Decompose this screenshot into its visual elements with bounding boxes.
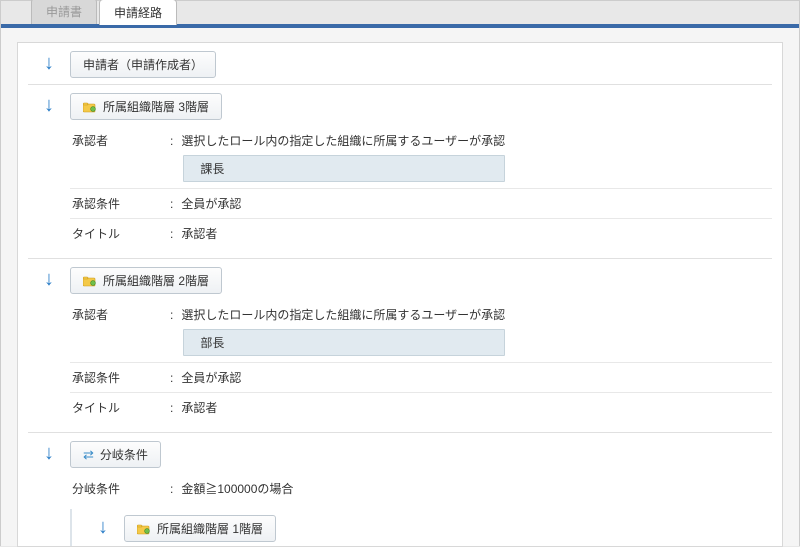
row-approver: 承認者 : 選択したロール内の指定した組織に所属するユーザーが承認 部長 — [70, 300, 772, 363]
step-branch: ↓ ⇄ 分岐条件 — [28, 441, 772, 468]
org-icon — [83, 101, 97, 113]
arrow-down-icon: ↓ — [44, 95, 54, 115]
org-level2-badge[interactable]: 所属組織階層 2階層 — [70, 267, 222, 294]
approver-desc: 選択したロール内の指定した組織に所属するユーザーが承認 — [181, 306, 505, 323]
condition-value: 全員が承認 — [181, 369, 241, 386]
step-level1: ↓ 所属組織階層 1階層 — [82, 515, 772, 542]
tab-application-form[interactable]: 申請書 — [31, 0, 97, 24]
row-condition: 承認条件 :全員が承認 — [70, 363, 772, 393]
label-title: タイトル — [70, 399, 170, 416]
label-condition: 承認条件 — [70, 369, 170, 386]
title-value: 承認者 — [181, 399, 217, 416]
branch-icon: ⇄ — [83, 448, 94, 461]
tab-approval-route[interactable]: 申請経路 — [99, 0, 177, 25]
branch-inner: ↓ 所属組織階層 1階層 承認者 : — [70, 509, 772, 547]
branch-condition-value: 金額≧100000の場合 — [181, 480, 293, 497]
applicant-label: 申請者（申請作成者） — [83, 56, 203, 73]
role-chip-bucho[interactable]: 部長 — [183, 329, 505, 356]
label-condition: 承認条件 — [70, 195, 170, 212]
arrow-down-icon: ↓ — [44, 53, 54, 73]
org-level1-badge[interactable]: 所属組織階層 1階層 — [124, 515, 276, 542]
row-branch-condition: 分岐条件 :金額≧100000の場合 — [70, 474, 772, 503]
arrow-down-icon: ↓ — [44, 443, 54, 463]
org-level2-label: 所属組織階層 2階層 — [103, 272, 209, 289]
route-content: ↓ 申請者（申請作成者） ↓ 所属組織階層 3階層 承認 — [17, 42, 783, 547]
condition-value: 全員が承認 — [181, 195, 241, 212]
row-title: タイトル :承認者 — [70, 393, 772, 422]
row-title: タイトル :承認者 — [70, 219, 772, 248]
tabs-bar: 申請書 申請経路 — [1, 1, 799, 28]
row-approver: 承認者 : 選択したロール内の指定した組織に所属するユーザーが承認 課長 — [70, 126, 772, 189]
step-level2: ↓ 所属組織階層 2階層 — [28, 267, 772, 294]
label-approver: 承認者 — [70, 306, 170, 323]
approver-desc: 選択したロール内の指定した組織に所属するユーザーが承認 — [181, 132, 505, 149]
arrow-down-icon: ↓ — [98, 517, 108, 537]
title-value: 承認者 — [181, 225, 217, 242]
org-icon — [137, 523, 151, 535]
role-chip-kacho[interactable]: 課長 — [183, 155, 505, 182]
org-icon — [83, 275, 97, 287]
arrow-down-icon: ↓ — [44, 269, 54, 289]
org-level3-badge[interactable]: 所属組織階層 3階層 — [70, 93, 222, 120]
org-level3-label: 所属組織階層 3階層 — [103, 98, 209, 115]
applicant-badge[interactable]: 申請者（申請作成者） — [70, 51, 216, 78]
row-condition: 承認条件 :全員が承認 — [70, 189, 772, 219]
branch-label: 分岐条件 — [100, 446, 148, 463]
label-branch-condition: 分岐条件 — [70, 480, 170, 497]
org-level1-label: 所属組織階層 1階層 — [157, 520, 263, 537]
label-approver: 承認者 — [70, 132, 170, 149]
branch-badge[interactable]: ⇄ 分岐条件 — [70, 441, 161, 468]
step-applicant: ↓ 申請者（申請作成者） — [28, 51, 772, 78]
step-level3: ↓ 所属組織階層 3階層 — [28, 93, 772, 120]
label-title: タイトル — [70, 225, 170, 242]
